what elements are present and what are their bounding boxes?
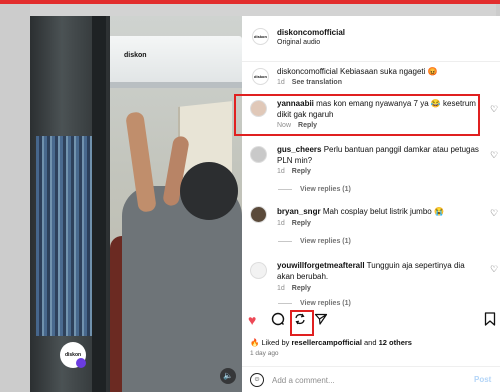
comment-text: gus_cheers Perlu bantuan panggil damkar … [277, 144, 483, 166]
comment-heart-icon[interactable]: ♡ [490, 150, 498, 161]
video-person [122, 186, 242, 392]
comment-time: 1d [277, 285, 285, 292]
comment-heart-icon[interactable]: ♡ [490, 104, 498, 115]
heart-icon[interactable]: ♥ [248, 312, 256, 328]
top-red-bar [0, 0, 500, 4]
liked-by-others[interactable]: 12 others [379, 338, 412, 347]
comment-heart-icon[interactable]: ♡ [490, 208, 498, 219]
commenter-avatar[interactable] [250, 206, 267, 223]
video-cables [36, 136, 92, 336]
view-replies-link[interactable]: View replies (1) [278, 238, 351, 245]
highlight-box-repost [290, 310, 314, 336]
comment-text: bryan_sngr Mah cosplay belut listrik jum… [277, 206, 483, 217]
video-head-cap [180, 162, 238, 220]
header-username[interactable]: diskoncomofficial [277, 28, 345, 37]
comment-icon[interactable] [271, 312, 285, 329]
post-button[interactable]: Post [474, 375, 491, 384]
header-avatar[interactable]: diskon [252, 28, 269, 45]
add-comment-input[interactable]: Add a comment... [272, 376, 335, 385]
comment-username[interactable]: bryan_sngr [277, 207, 321, 216]
reply-link[interactable]: Reply [292, 285, 311, 292]
bookmark-icon[interactable] [484, 312, 496, 329]
see-translation-link[interactable]: See translation [292, 79, 342, 86]
liked-by-and: and [364, 338, 377, 347]
reel-video[interactable]: diskon diskon 🔈 [30, 16, 242, 392]
add-comment-bar: ☺ Add a comment... Post [242, 366, 500, 392]
commenter-avatar[interactable] [250, 146, 267, 163]
comment-body: Mah cosplay belut listrik jumbo 😭 [322, 207, 444, 216]
comment-time: 1d [277, 220, 285, 227]
reply-link[interactable]: Reply [292, 220, 311, 227]
video-watermark: diskon [124, 52, 147, 59]
liked-by-prefix: Liked by [261, 338, 290, 347]
likes-summary[interactable]: 🔥 Liked by resellercampofficial and 12 o… [250, 338, 412, 347]
liker-avatar-icon: 🔥 [250, 338, 260, 347]
comment-meta: 1d Reply [277, 220, 311, 227]
action-bar: ♥ [242, 312, 500, 332]
header-audio[interactable]: Original audio [277, 39, 320, 46]
dimmed-overlay-left [0, 4, 30, 392]
reply-link[interactable]: Reply [292, 168, 311, 175]
comment-time: 1d [277, 168, 285, 175]
caption-time: 1d [277, 79, 285, 86]
emoji-icon[interactable]: ☺ [250, 373, 264, 387]
post-header: diskon diskoncomofficial Original audio [242, 16, 500, 62]
comment-username[interactable]: youwillforgetmeafterall [277, 261, 365, 270]
mute-icon[interactable]: 🔈 [220, 368, 236, 384]
comment-heart-icon[interactable]: ♡ [490, 264, 498, 275]
caption-text: diskoncomofficial Kebiasaan suka ngageti… [277, 67, 438, 76]
caption-meta: 1d See translation [277, 79, 342, 86]
comment-text: youwillforgetmeafterall Tungguin aja sep… [277, 260, 483, 282]
post-age: 1 day ago [250, 350, 279, 357]
view-replies-link[interactable]: View replies (1) [278, 186, 351, 193]
video-air-conditioner [92, 36, 242, 88]
liked-by-user[interactable]: resellercampofficial [291, 338, 361, 347]
video-rack-frame [92, 16, 106, 392]
share-icon[interactable] [314, 312, 328, 329]
comment-meta: 1d Reply [277, 285, 311, 292]
comments-panel: diskon diskoncomofficial Original audio … [242, 16, 500, 392]
video-ac-vent [92, 82, 242, 88]
comment-username[interactable]: gus_cheers [277, 145, 321, 154]
view-replies-link[interactable]: View replies (1) [278, 300, 351, 307]
comment-meta: 1d Reply [277, 168, 311, 175]
highlight-box-comment [234, 94, 480, 136]
commenter-avatar[interactable] [250, 262, 267, 279]
badge-dot-icon [76, 358, 86, 368]
caption-avatar[interactable]: diskon [252, 68, 269, 85]
